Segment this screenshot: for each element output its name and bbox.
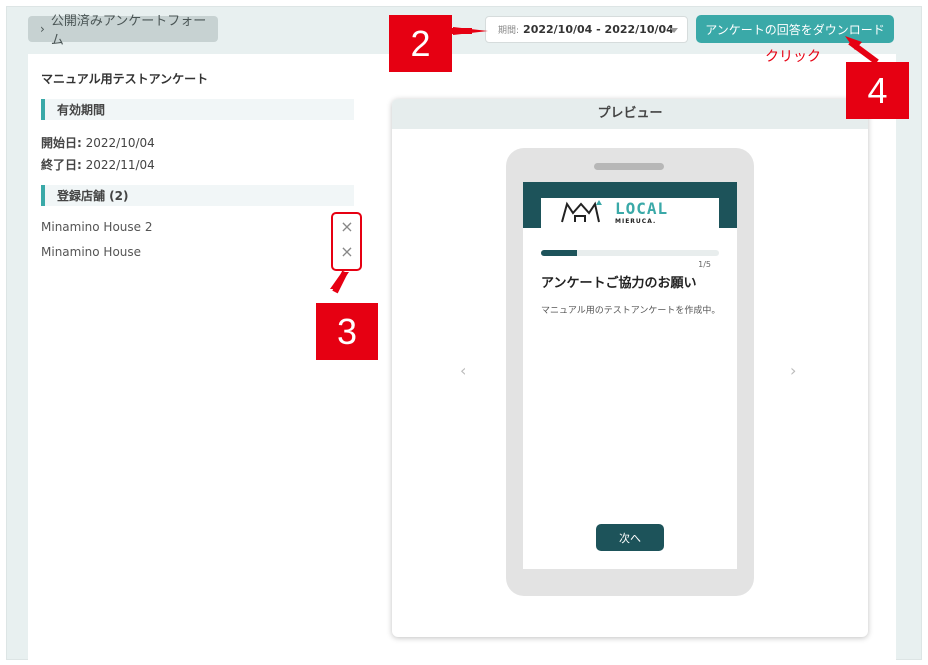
phone-speaker [594, 163, 664, 170]
breadcrumb-label: 公開済みアンケートフォーム [50, 14, 207, 48]
phone-frame: LOCAL MIERUCA. 1/5 アンケートご協力のお願い マニュアル用のテ… [506, 148, 754, 596]
preview-title: プレビュー [392, 99, 868, 129]
validity-section-label: 有効期間 [57, 103, 106, 117]
end-date-row: 終了日: 2022/11/04 [41, 156, 155, 173]
prev-arrow-icon[interactable]: ‹ [460, 361, 466, 380]
logo-sub-text: MIERUCA. [615, 218, 657, 225]
download-responses-button[interactable]: アンケートの回答をダウンロード [696, 15, 894, 43]
date-range-label: 期間: [498, 26, 520, 36]
phone-screen: LOCAL MIERUCA. 1/5 アンケートご協力のお願い マニュアル用のテ… [523, 182, 737, 569]
progress-bar [541, 250, 719, 256]
caret-down-icon [670, 28, 678, 33]
breadcrumb-back-button[interactable]: › 公開済みアンケートフォーム [28, 14, 218, 48]
callout-2: 2 [389, 15, 452, 72]
callout-3: 3 [316, 303, 378, 360]
stores-section-heading: 登録店舗 (2) [41, 185, 354, 206]
start-date-value: 2022/10/04 [85, 136, 155, 150]
end-date-value: 2022/11/04 [85, 158, 155, 172]
end-date-label: 終了日: [41, 158, 82, 172]
logo: LOCAL MIERUCA. [541, 198, 719, 228]
click-annotation: クリック [765, 49, 821, 65]
store-item: Minamino House 2 [41, 220, 153, 234]
store-item: Minamino House [41, 245, 142, 259]
stores-section-label: 登録店舗 (2) [57, 189, 129, 203]
preview-card: プレビュー ‹ › LOCAL MIERUCA. 1/5 アンケートご協力のお願… [392, 99, 868, 637]
start-date-row: 開始日: 2022/10/04 [41, 134, 155, 151]
cat-logo-icon [561, 200, 602, 223]
date-range-select[interactable]: 期間: 2022/10/04 - 2022/10/04 [485, 16, 688, 43]
progress-fill [541, 250, 577, 256]
survey-title: マニュアル用テストアンケート [41, 72, 209, 86]
callout-4: 4 [846, 62, 909, 119]
date-range-value: 2022/10/04 - 2022/10/04 [523, 23, 674, 36]
next-button[interactable]: 次へ [596, 524, 664, 551]
screen-title: アンケートご協力のお願い [541, 276, 697, 291]
page-count: 1/5 [698, 260, 711, 269]
start-date-label: 開始日: [41, 136, 82, 150]
validity-section-heading: 有効期間 [41, 99, 354, 120]
screen-description: マニュアル用のテストアンケートを作成中。 [541, 306, 721, 316]
logo-main-text: LOCAL [615, 199, 669, 218]
next-arrow-icon[interactable]: › [790, 361, 796, 380]
chevron-right-icon: › [40, 22, 45, 36]
highlight-box [331, 212, 362, 271]
